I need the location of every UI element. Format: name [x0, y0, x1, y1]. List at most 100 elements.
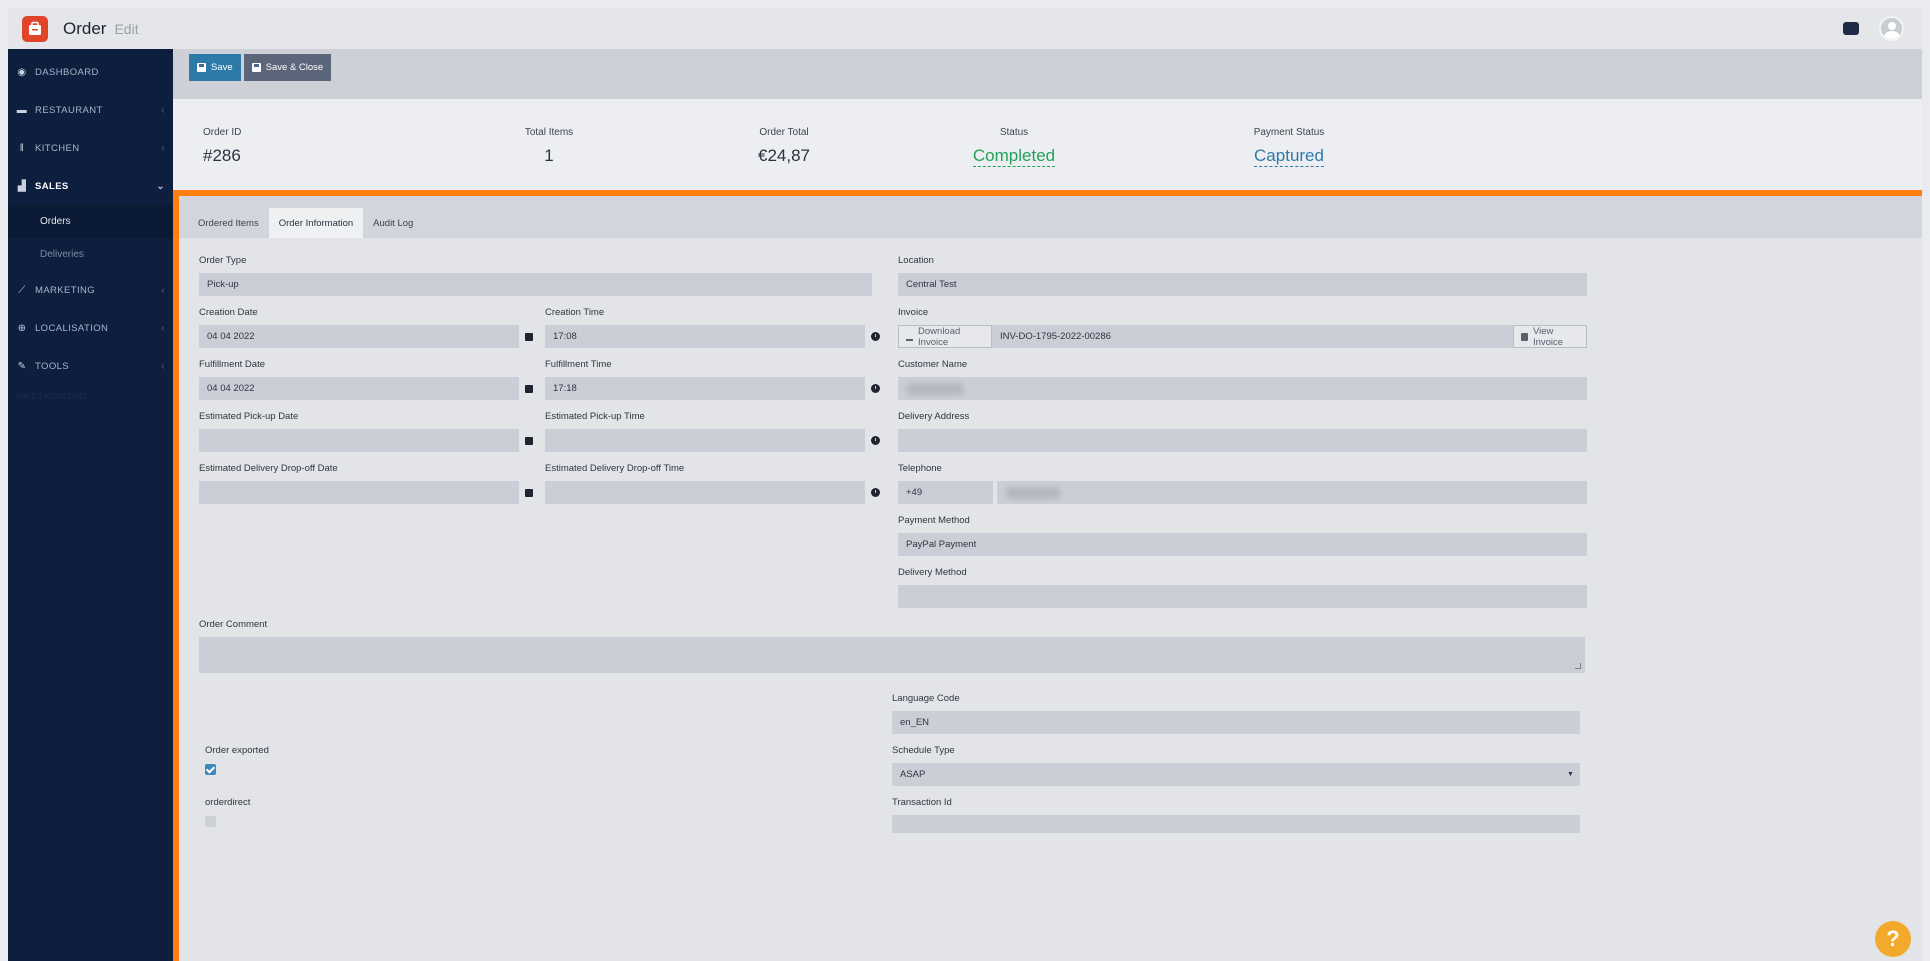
customer-name-label: Customer Name: [898, 359, 968, 370]
order-id-stat: Order ID #286: [203, 127, 241, 166]
sidebar-item-dashboard[interactable]: ◉ DASHBOARD: [8, 53, 173, 91]
telephone-number-field[interactable]: [997, 481, 1587, 504]
fulfillment-time-field[interactable]: 17:18: [545, 377, 865, 400]
status-badge[interactable]: Completed: [972, 146, 1056, 167]
clock-icon[interactable]: [867, 325, 883, 348]
est-pickup-date-label: Estimated Pick-up Date: [199, 411, 299, 422]
sidebar-faded-text: SALES ASSISTANT: [16, 391, 88, 401]
avatar[interactable]: [1879, 16, 1904, 41]
sidebar-subitem-orders[interactable]: Orders: [8, 205, 173, 238]
view-invoice-button[interactable]: View Invoice: [1513, 325, 1587, 348]
est-pickup-date-field[interactable]: [199, 429, 519, 452]
fulfillment-time-label: Fulfillment Time: [545, 359, 612, 370]
payment-method-field[interactable]: PayPal Payment: [898, 533, 1587, 556]
invoice-number-field[interactable]: INV-DO-1795-2022-00286: [992, 325, 1513, 348]
sidebar-item-tools[interactable]: ✎ TOOLS ‹: [8, 347, 173, 385]
est-dropoff-time-field[interactable]: [545, 481, 865, 504]
page-subtitle: Edit: [114, 20, 139, 37]
creation-date-field[interactable]: 04 04 2022: [199, 325, 519, 348]
invoice-label: Invoice: [898, 307, 929, 318]
schedule-type-select[interactable]: ASAP: [892, 763, 1580, 786]
globe-icon: ⊕: [17, 322, 27, 334]
sidebar-item-marketing[interactable]: ⟋ MARKETING ‹: [8, 271, 173, 309]
customer-name-field[interactable]: [898, 377, 1587, 400]
order-comment-textarea[interactable]: [199, 637, 1585, 673]
sidebar-item-restaurant[interactable]: ▬ RESTAURANT ‹: [8, 91, 173, 129]
redacted-telephone: [1005, 487, 1061, 499]
calendar-icon[interactable]: [521, 325, 537, 348]
delivery-address-field[interactable]: [898, 429, 1587, 452]
order-type-field[interactable]: Pick-up: [199, 273, 872, 296]
clock-icon[interactable]: [867, 377, 883, 400]
est-pickup-time-label: Estimated Pick-up Time: [545, 411, 645, 422]
sidebar-item-label: KITCHEN: [35, 142, 80, 154]
order-exported-label: Order exported: [205, 745, 269, 756]
payment-method-label: Payment Method: [898, 515, 970, 526]
stat-label: Total Items: [524, 127, 574, 138]
creation-time-label: Creation Time: [545, 307, 605, 318]
save-close-button[interactable]: Save & Close: [243, 54, 332, 81]
language-code-field[interactable]: en_EN: [892, 711, 1580, 734]
sidebar-item-sales[interactable]: ▟ SALES ⌄: [8, 167, 173, 205]
orderdirect-label: orderdirect: [205, 797, 251, 808]
est-dropoff-time-label: Estimated Delivery Drop-off Time: [545, 463, 685, 474]
transaction-id-label: Transaction Id: [892, 797, 952, 808]
tab-order-information[interactable]: Order Information: [268, 208, 364, 238]
chevron-left-icon: ‹: [161, 360, 165, 372]
sidebar-item-label: LOCALISATION: [35, 322, 109, 334]
sidebar-item-localisation[interactable]: ⊕ LOCALISATION ‹: [8, 309, 173, 347]
location-field[interactable]: Central Test: [898, 273, 1587, 296]
chart-line-icon: ⟋: [18, 284, 26, 296]
order-type-label: Order Type: [199, 255, 247, 266]
document-icon: [1521, 332, 1528, 341]
delivery-method-field[interactable]: [898, 585, 1587, 608]
download-invoice-label: Download Invoice: [918, 325, 961, 348]
floppy-disk-icon: [197, 63, 206, 72]
store-icon[interactable]: [1843, 22, 1859, 35]
est-dropoff-date-field[interactable]: [199, 481, 519, 504]
chevron-left-icon: ‹: [161, 142, 165, 154]
order-total-value: €24,87: [758, 146, 810, 165]
save-close-button-label: Save & Close: [265, 62, 324, 73]
tab-bar: Ordered Items Order Information Audit Lo…: [179, 196, 1922, 238]
download-invoice-button[interactable]: Download Invoice: [898, 325, 992, 348]
clock-icon[interactable]: [867, 429, 883, 452]
calendar-icon[interactable]: [521, 481, 537, 504]
resize-handle-icon[interactable]: [1575, 663, 1581, 669]
delivery-address-label: Delivery Address: [898, 411, 970, 422]
save-button[interactable]: Save: [189, 54, 241, 81]
order-summary: Order ID #286 Total Items 1 Order Total …: [173, 99, 1922, 190]
tab-ordered-items[interactable]: Ordered Items: [188, 208, 269, 238]
redacted-customer-name: [906, 383, 964, 395]
est-pickup-time-field[interactable]: [545, 429, 865, 452]
sidebar-item-label: SALES: [35, 180, 69, 192]
sidebar-subitem-deliveries[interactable]: Deliveries: [8, 238, 173, 271]
sidebar-subitem-label: Deliveries: [40, 249, 84, 260]
calendar-icon[interactable]: [521, 429, 537, 452]
floppy-disk-icon: [251, 63, 261, 72]
telephone-prefix-field[interactable]: +49: [898, 481, 993, 504]
order-comment-label: Order Comment: [199, 619, 268, 630]
calendar-icon[interactable]: [521, 377, 537, 400]
est-dropoff-date-label: Estimated Delivery Drop-off Date: [199, 463, 338, 474]
total-items-value: 1: [544, 146, 554, 165]
sidebar-item-kitchen[interactable]: ǁ KITCHEN ‹: [8, 129, 173, 167]
orderdirect-checkbox[interactable]: [205, 816, 216, 827]
chevron-left-icon: ‹: [161, 104, 165, 116]
app-logo-icon[interactable]: [22, 15, 48, 42]
sidebar-item-label: DASHBOARD: [35, 66, 99, 78]
fulfillment-date-label: Fulfillment Date: [199, 359, 265, 370]
download-icon: [906, 333, 914, 341]
telephone-label: Telephone: [898, 463, 942, 474]
main-content: Save Save & Close Order ID #286 Total It…: [173, 49, 1922, 961]
clock-icon[interactable]: [867, 481, 883, 504]
fulfillment-date-field[interactable]: 04 04 2022: [199, 377, 519, 400]
top-bar: Order Edit: [8, 8, 1922, 49]
tab-audit-log[interactable]: Audit Log: [363, 208, 423, 238]
creation-time-field[interactable]: 17:08: [545, 325, 865, 348]
order-exported-checkbox[interactable]: [205, 764, 216, 775]
payment-status-badge[interactable]: Captured: [1254, 146, 1324, 167]
transaction-id-field[interactable]: [892, 815, 1580, 833]
help-button[interactable]: ?: [1875, 921, 1911, 957]
chevron-down-icon: ▼: [1567, 771, 1574, 778]
